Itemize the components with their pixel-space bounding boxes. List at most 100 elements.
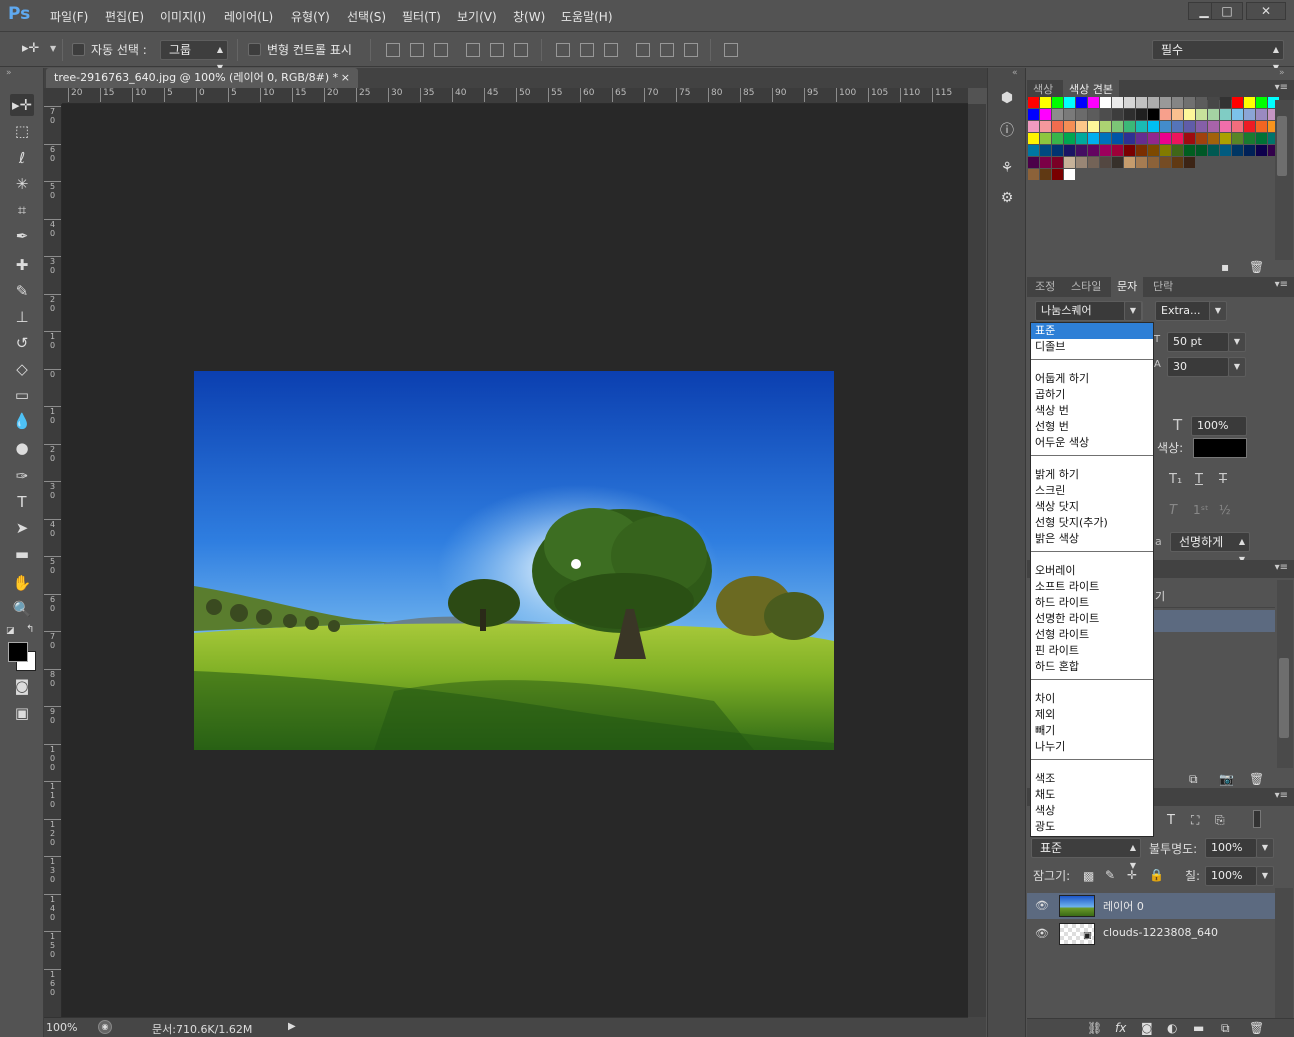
- blend-mode-option[interactable]: 선형 번: [1031, 419, 1153, 435]
- color-swatch[interactable]: [1184, 121, 1195, 132]
- magic-wand-tool-icon[interactable]: ✳: [10, 173, 34, 195]
- camera-icon[interactable]: 📷: [1219, 772, 1234, 786]
- color-swatch[interactable]: [1064, 97, 1075, 108]
- color-swatch[interactable]: [1076, 133, 1087, 144]
- color-swatch[interactable]: [1148, 145, 1159, 156]
- new-swatch-icon[interactable]: ▪: [1221, 260, 1229, 274]
- color-swatch[interactable]: [1208, 145, 1219, 156]
- align-right-edges-icon[interactable]: [514, 43, 528, 57]
- lasso-tool-icon[interactable]: ℓ: [10, 147, 34, 169]
- color-swatch[interactable]: [1220, 145, 1231, 156]
- ordinals-icon[interactable]: 1ˢᵗ: [1193, 503, 1209, 517]
- shape-tool-icon[interactable]: ▬: [10, 543, 34, 565]
- color-swatch[interactable]: [1088, 145, 1099, 156]
- color-swatch[interactable]: [1148, 109, 1159, 120]
- horizontal-scale-field[interactable]: 100%: [1191, 416, 1247, 436]
- color-swatch[interactable]: [1244, 133, 1255, 144]
- color-swatch[interactable]: [1028, 121, 1039, 132]
- filter-toggle[interactable]: [1253, 810, 1261, 828]
- panel-row[interactable]: 기: [1153, 580, 1275, 608]
- blend-mode-option[interactable]: 색조: [1031, 771, 1153, 787]
- color-swatch[interactable]: [1100, 133, 1111, 144]
- anti-alias-select[interactable]: 선명하게 ▲▼: [1170, 532, 1250, 564]
- color-swatch[interactable]: [1160, 157, 1171, 168]
- color-swatch[interactable]: [1196, 97, 1207, 108]
- color-swatch[interactable]: [1244, 145, 1255, 156]
- menu-help[interactable]: 도움말(H): [561, 8, 613, 25]
- color-swatch[interactable]: [1124, 121, 1135, 132]
- eye-icon[interactable]: 👁: [1035, 899, 1049, 913]
- workspace-select[interactable]: 필수 ▲▼: [1152, 40, 1284, 72]
- color-swatch[interactable]: [1052, 169, 1063, 180]
- color-swatch[interactable]: [1208, 109, 1219, 120]
- auto-select-checkbox[interactable]: [72, 43, 85, 56]
- tab-styles[interactable]: 스타일: [1065, 277, 1107, 297]
- swap-colors-icon[interactable]: ↰: [26, 624, 34, 635]
- path-selection-tool-icon[interactable]: ➤: [10, 517, 34, 539]
- color-swatch[interactable]: [1040, 169, 1051, 180]
- type-tool-icon[interactable]: T: [10, 491, 34, 513]
- blend-mode-option[interactable]: 차이: [1031, 691, 1153, 707]
- menu-file[interactable]: 파일(F): [50, 8, 88, 25]
- color-swatch[interactable]: [1052, 157, 1063, 168]
- text-color-swatch[interactable]: [1193, 438, 1247, 458]
- color-swatch[interactable]: [1112, 145, 1123, 156]
- tab-paragraph[interactable]: 단락: [1147, 277, 1179, 297]
- menu-type[interactable]: 유형(Y): [291, 8, 330, 25]
- color-swatch[interactable]: [1136, 157, 1147, 168]
- new-layer-icon[interactable]: ⧉: [1221, 1021, 1230, 1036]
- color-swatch[interactable]: [1220, 121, 1231, 132]
- expand-arrows-icon[interactable]: »: [1279, 68, 1285, 78]
- distribute-right-icon[interactable]: [684, 43, 698, 57]
- blend-mode-option[interactable]: 광도: [1031, 819, 1153, 835]
- layer-row[interactable]: 👁 ▣ clouds-1223808_640: [1027, 921, 1275, 947]
- history-brush-tool-icon[interactable]: ↺: [10, 332, 34, 354]
- color-swatch[interactable]: [1100, 109, 1111, 120]
- color-swatch[interactable]: [1184, 157, 1195, 168]
- color-swatch[interactable]: [1220, 97, 1231, 108]
- fractions-icon[interactable]: ½: [1219, 503, 1231, 517]
- chevron-down-icon[interactable]: ▼: [1209, 301, 1227, 321]
- scroll-thumb[interactable]: [1277, 116, 1287, 176]
- adjustment-layer-icon[interactable]: ◐: [1167, 1021, 1177, 1035]
- color-swatch[interactable]: [1076, 109, 1087, 120]
- color-swatch[interactable]: [1196, 133, 1207, 144]
- document-image[interactable]: [194, 371, 834, 750]
- color-swatch[interactable]: [1076, 97, 1087, 108]
- strikethrough-icon[interactable]: T: [1219, 472, 1227, 487]
- crop-tool-icon[interactable]: ⌗: [10, 199, 34, 221]
- brush-tool-icon[interactable]: ✎: [10, 280, 34, 302]
- color-swatch[interactable]: [1124, 97, 1135, 108]
- color-swatch[interactable]: [1184, 97, 1195, 108]
- color-swatch[interactable]: [1124, 157, 1135, 168]
- blend-mode-option[interactable]: 색상: [1031, 803, 1153, 819]
- panel-menu-icon[interactable]: ▾≡: [1275, 82, 1288, 93]
- opacity-field[interactable]: 100%: [1205, 838, 1257, 858]
- blend-mode-option[interactable]: 채도: [1031, 787, 1153, 803]
- color-swatch[interactable]: [1052, 121, 1063, 132]
- color-swatch[interactable]: [1172, 157, 1183, 168]
- default-colors-icon[interactable]: ◪: [6, 626, 15, 636]
- align-bottom-edges-icon[interactable]: [434, 43, 448, 57]
- layer-name[interactable]: clouds-1223808_640: [1103, 926, 1218, 939]
- vertical-ruler[interactable]: 7 0 6 0 5 0 4 0 3 0 2 0 1 0 0 1 0 2 0 3 0 4 0 5 0 6 0…: [44, 104, 62, 1017]
- color-swatch[interactable]: [1076, 145, 1087, 156]
- properties-icon[interactable]: ⚙: [996, 190, 1018, 210]
- screen-mode-icon[interactable]: ▣: [10, 702, 34, 724]
- color-swatch[interactable]: [1256, 145, 1267, 156]
- blend-mode-option[interactable]: 곱하기: [1031, 387, 1153, 403]
- close-tab-icon[interactable]: ×: [341, 68, 350, 88]
- color-swatch[interactable]: [1184, 109, 1195, 120]
- color-swatch[interactable]: [1028, 109, 1039, 120]
- color-swatch[interactable]: [1172, 97, 1183, 108]
- pen-tool-icon[interactable]: ✑: [10, 465, 34, 487]
- brush-presets-icon[interactable]: ⚘: [996, 160, 1018, 180]
- color-swatch[interactable]: [1112, 109, 1123, 120]
- blend-mode-option[interactable]: 스크린: [1031, 483, 1153, 499]
- color-swatch[interactable]: [1160, 109, 1171, 120]
- color-swatch[interactable]: [1160, 145, 1171, 156]
- color-swatch[interactable]: [1232, 145, 1243, 156]
- blend-mode-option[interactable]: 소프트 라이트: [1031, 579, 1153, 595]
- auto-align-layers-icon[interactable]: [724, 43, 738, 57]
- menu-image[interactable]: 이미지(I): [160, 8, 206, 25]
